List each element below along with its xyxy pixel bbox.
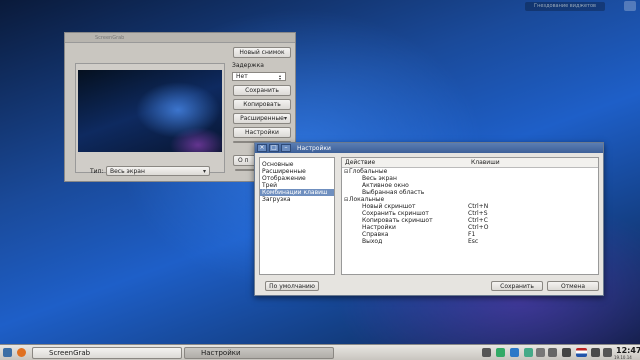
- category-upload[interactable]: Загрузка: [260, 196, 334, 203]
- column-keys[interactable]: Клавиши: [468, 158, 500, 167]
- category-advanced[interactable]: Расширенные: [260, 168, 334, 175]
- keys-cell: F1: [468, 231, 476, 238]
- cancel-button[interactable]: Отмена: [547, 281, 599, 291]
- table-row[interactable]: ⊟Локальные: [342, 196, 598, 203]
- action-cell: Сохранить скриншот: [362, 210, 429, 217]
- screenshot-preview: [75, 63, 225, 173]
- maximize-icon[interactable]: □: [269, 144, 279, 152]
- copy-button[interactable]: Копировать: [233, 99, 291, 110]
- delay-spinbox[interactable]: Нет ▴ ▾: [232, 72, 286, 81]
- keyboard-icon[interactable]: [482, 348, 491, 357]
- app-menu-icon[interactable]: [3, 348, 12, 357]
- keys-cell: Ctrl+O: [468, 224, 489, 231]
- table-row[interactable]: Новый скриншот Ctrl+N: [342, 203, 598, 210]
- delay-value: Нет: [236, 73, 248, 80]
- chevron-down-icon[interactable]: [536, 348, 545, 357]
- desktop-toolbox-icon[interactable]: [624, 1, 636, 11]
- chevron-down-icon: ▾: [283, 115, 287, 122]
- table-row[interactable]: Копировать скриншот Ctrl+C: [342, 217, 598, 224]
- save-settings-button[interactable]: Сохранить: [491, 281, 543, 291]
- action-cell: Справка: [362, 231, 389, 238]
- settings-window: × □ – Настройки Основные Расширенные Ото…: [254, 142, 604, 296]
- window-title: Настройки: [297, 144, 331, 152]
- action-cell: Настройки: [362, 224, 396, 231]
- table-row[interactable]: Активное окно: [342, 182, 598, 189]
- category-shortcuts[interactable]: Комбинации клавиш: [260, 189, 334, 196]
- notifications-icon[interactable]: [603, 348, 612, 357]
- volume-icon[interactable]: [562, 348, 571, 357]
- save-button[interactable]: Сохранить: [233, 85, 291, 96]
- type-label: Тип:: [90, 168, 104, 175]
- settings-titlebar[interactable]: × □ – Настройки: [255, 143, 603, 153]
- taskbar: ScreenGrab Настройки 12:47 19.10.14: [0, 344, 640, 360]
- table-row[interactable]: Выход Esc: [342, 238, 598, 245]
- category-list[interactable]: Основные Расширенные Отображение Трей Ко…: [259, 157, 335, 275]
- category-tray[interactable]: Трей: [260, 182, 334, 189]
- bluetooth-icon[interactable]: [510, 348, 519, 357]
- keys-cell: [468, 196, 588, 203]
- advanced-button[interactable]: Расширенные ▾: [233, 113, 291, 124]
- restore-defaults-button[interactable]: По умолчанию: [265, 281, 319, 291]
- type-value: Весь экран: [110, 168, 145, 175]
- settings-button[interactable]: Настройки: [233, 127, 291, 138]
- keys-cell: [468, 189, 588, 196]
- clock-date: 19.10.14: [614, 355, 632, 360]
- table-row[interactable]: ⊟Глобальные: [342, 168, 598, 175]
- advanced-label: Расширенные: [240, 115, 284, 122]
- task-label: ScreenGrab: [49, 349, 91, 357]
- spin-arrows-icon[interactable]: ▴ ▾: [279, 74, 284, 81]
- shortcuts-table[interactable]: Действие Клавиши ⊟Глобальные Весь экран …: [341, 157, 599, 275]
- widget-hint: Гнездование виджетов: [525, 2, 605, 11]
- task-settings[interactable]: Настройки: [184, 347, 334, 359]
- table-row[interactable]: Сохранить скриншот Ctrl+S: [342, 210, 598, 217]
- preview-image: [78, 70, 222, 152]
- delay-label: Задержка: [232, 62, 264, 69]
- category-general[interactable]: Основные: [260, 161, 334, 168]
- close-icon[interactable]: ×: [257, 144, 267, 152]
- action-cell: Выбранная область: [362, 189, 425, 196]
- firefox-icon[interactable]: [17, 348, 26, 357]
- table-row[interactable]: Весь экран: [342, 175, 598, 182]
- column-action[interactable]: Действие: [342, 158, 468, 167]
- table-row[interactable]: Выбранная область: [342, 189, 598, 196]
- us-flag-icon[interactable]: [576, 348, 587, 357]
- table-row[interactable]: Настройки Ctrl+O: [342, 224, 598, 231]
- keys-cell: Ctrl+S: [468, 210, 488, 217]
- category-display[interactable]: Отображение: [260, 175, 334, 182]
- update-icon[interactable]: [496, 348, 505, 357]
- screengrab-titlebar[interactable]: ScreenGrab: [65, 33, 295, 43]
- table-header: Действие Клавиши: [342, 158, 598, 168]
- clipboard-icon[interactable]: [524, 348, 533, 357]
- action-cell: Новый скриншот: [362, 203, 416, 210]
- minimize-icon[interactable]: –: [281, 144, 291, 152]
- group-label: Глобальные: [349, 168, 388, 175]
- keys-cell: [468, 182, 588, 189]
- keys-cell: Ctrl+N: [468, 203, 489, 210]
- network-icon[interactable]: [548, 348, 557, 357]
- battery-icon[interactable]: [591, 348, 600, 357]
- clock-time[interactable]: 12:47: [616, 346, 640, 355]
- table-row[interactable]: Справка F1: [342, 231, 598, 238]
- action-cell: Весь экран: [362, 175, 397, 182]
- type-select[interactable]: Весь экран ▾: [106, 166, 210, 176]
- action-cell: Выход: [362, 238, 383, 245]
- chevron-down-icon: ▾: [202, 168, 206, 175]
- keys-cell: Ctrl+C: [468, 217, 488, 224]
- keys-cell: Esc: [468, 238, 479, 245]
- new-snapshot-button[interactable]: Новый снимок: [233, 47, 291, 58]
- action-cell: Копировать скриншот: [362, 217, 433, 224]
- window-title: ScreenGrab: [95, 34, 125, 41]
- task-screengrab[interactable]: ScreenGrab: [32, 347, 182, 359]
- keys-cell: [468, 175, 588, 182]
- group-label: Локальные: [349, 196, 385, 203]
- keys-cell: [468, 168, 588, 175]
- task-label: Настройки: [201, 349, 241, 357]
- action-cell: Активное окно: [362, 182, 409, 189]
